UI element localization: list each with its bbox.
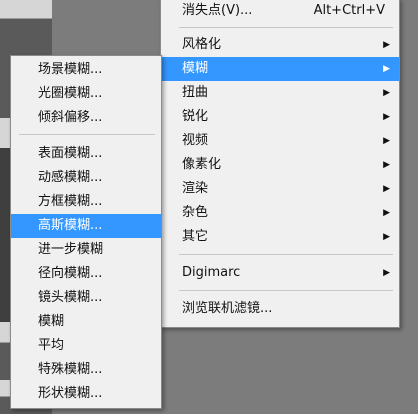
- menu-item-vanishing-point[interactable]: 消失点(V)... Alt+Ctrl+V: [161, 0, 399, 23]
- menu-item-label: 模糊: [38, 314, 65, 329]
- menu-item-pixelate[interactable]: 像素化 ▶: [161, 153, 399, 177]
- triangle-right-icon: ▶: [383, 184, 390, 194]
- menu-separator: [179, 254, 393, 255]
- submenu-item-smart-blur[interactable]: 特殊模糊...: [11, 358, 161, 382]
- menu-item-label: 特殊模糊...: [38, 362, 103, 377]
- menu-item-label: 杂色: [182, 205, 209, 220]
- shortcut-label: Alt+Ctrl+V: [313, 3, 385, 18]
- menu-item-label: 倾斜偏移...: [38, 110, 103, 125]
- menu-item-label: 模糊: [182, 61, 209, 76]
- menu-item-label: 视频: [182, 133, 209, 148]
- menu-item-label: 浏览联机滤镜...: [182, 301, 273, 316]
- menu-item-label: 镜头模糊...: [38, 290, 103, 305]
- menu-item-label: 平均: [38, 338, 65, 353]
- panel-strip: [0, 0, 52, 19]
- menu-item-label: 场景模糊...: [38, 62, 103, 77]
- menu-item-browse-filters-online[interactable]: 浏览联机滤镜...: [161, 297, 399, 321]
- menu-item-blur[interactable]: 模糊 ▶: [161, 57, 399, 81]
- menu-item-label: 进一步模糊: [38, 242, 104, 257]
- menu-item-sharpen[interactable]: 锐化 ▶: [161, 105, 399, 129]
- submenu-item-blur[interactable]: 模糊: [11, 310, 161, 334]
- menu-item-label: 像素化: [182, 157, 222, 172]
- menu-item-distort[interactable]: 扭曲 ▶: [161, 81, 399, 105]
- menu-item-digimarc[interactable]: Digimarc ▶: [161, 261, 399, 285]
- triangle-right-icon: ▶: [383, 208, 390, 218]
- menu-separator: [19, 134, 155, 135]
- submenu-item-motion-blur[interactable]: 动感模糊...: [11, 166, 161, 190]
- menu-item-label: 径向模糊...: [38, 266, 103, 281]
- menu-item-other[interactable]: 其它 ▶: [161, 225, 399, 249]
- triangle-right-icon: ▶: [383, 64, 390, 74]
- menu-separator: [179, 290, 393, 291]
- submenu-item-lens-blur[interactable]: 镜头模糊...: [11, 286, 161, 310]
- menu-item-label: 渲染: [182, 181, 209, 196]
- triangle-right-icon: ▶: [383, 268, 390, 278]
- filter-menu: 消失点(V)... Alt+Ctrl+V 风格化 ▶ 模糊 ▶ 扭曲 ▶ 锐化 …: [160, 0, 400, 328]
- submenu-item-gaussian-blur[interactable]: 高斯模糊...: [11, 214, 161, 238]
- submenu-item-radial-blur[interactable]: 径向模糊...: [11, 262, 161, 286]
- submenu-item-box-blur[interactable]: 方框模糊...: [11, 190, 161, 214]
- triangle-right-icon: ▶: [383, 232, 390, 242]
- menu-item-label: 锐化: [182, 109, 209, 124]
- submenu-item-field-blur[interactable]: 场景模糊...: [11, 58, 161, 82]
- submenu-item-blur-more[interactable]: 进一步模糊: [11, 238, 161, 262]
- menu-item-label: 高斯模糊...: [38, 218, 103, 233]
- menu-item-label: 方框模糊...: [38, 194, 103, 209]
- menu-separator: [179, 27, 393, 28]
- triangle-right-icon: ▶: [383, 160, 390, 170]
- menu-item-label: 其它: [182, 229, 209, 244]
- submenu-item-surface-blur[interactable]: 表面模糊...: [11, 142, 161, 166]
- menu-item-label: Digimarc: [182, 265, 241, 280]
- triangle-right-icon: ▶: [383, 136, 390, 146]
- triangle-right-icon: ▶: [383, 40, 390, 50]
- menu-item-video[interactable]: 视频 ▶: [161, 129, 399, 153]
- menu-item-label: 形状模糊...: [38, 386, 103, 401]
- menu-item-label: 扭曲: [182, 85, 209, 100]
- submenu-item-iris-blur[interactable]: 光圈模糊...: [11, 82, 161, 106]
- menu-item-label: 表面模糊...: [38, 146, 103, 161]
- triangle-right-icon: ▶: [383, 88, 390, 98]
- menu-item-label: 动感模糊...: [38, 170, 103, 185]
- menu-item-stylize[interactable]: 风格化 ▶: [161, 33, 399, 57]
- triangle-right-icon: ▶: [383, 112, 390, 122]
- menu-item-noise[interactable]: 杂色 ▶: [161, 201, 399, 225]
- submenu-item-shape-blur[interactable]: 形状模糊...: [11, 382, 161, 406]
- submenu-item-tilt-shift[interactable]: 倾斜偏移...: [11, 106, 161, 130]
- submenu-item-average[interactable]: 平均: [11, 334, 161, 358]
- blur-submenu: 场景模糊... 光圈模糊... 倾斜偏移... 表面模糊... 动感模糊... …: [10, 55, 162, 409]
- menu-item-label: 光圈模糊...: [38, 86, 103, 101]
- menu-item-label: 风格化: [182, 37, 222, 52]
- menu-item-render[interactable]: 渲染 ▶: [161, 177, 399, 201]
- menu-item-label: 消失点(V)...: [182, 3, 253, 18]
